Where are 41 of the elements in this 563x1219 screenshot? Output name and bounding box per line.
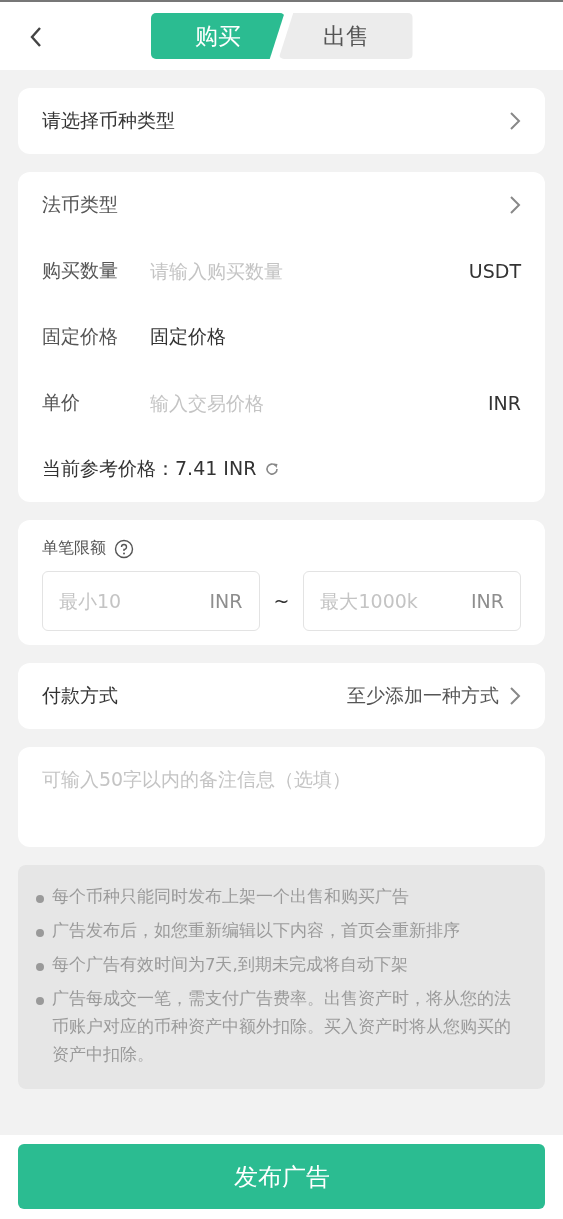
chevron-right-icon — [509, 111, 521, 131]
tab[interactable]: 出售 — [278, 13, 413, 59]
max-amount-input[interactable]: 最大1000k — [320, 590, 471, 612]
note-text: 每个币种只能同时发布上架一个出售和购买广告 — [52, 886, 409, 908]
field-label: 固定价格 — [42, 324, 119, 349]
unit-label: INR — [471, 590, 504, 612]
reference-price: 当前参考价格：7.41 INR — [42, 456, 257, 481]
field-label: 单价 — [42, 390, 81, 415]
chevron-right-icon — [509, 195, 521, 215]
max-amount-field[interactable]: 最大1000k INR — [303, 571, 521, 631]
remark-field[interactable]: 可输入50字以内的备注信息（选填） — [18, 747, 545, 847]
refresh-icon[interactable] — [264, 461, 281, 477]
unit-label: INR — [487, 392, 521, 414]
note-text: 广告发布后，如您重新编辑以下内容，首页会重新排序 — [52, 920, 460, 942]
range-separator: ~ — [273, 590, 290, 612]
min-amount-field[interactable]: 最小10 INR — [42, 571, 260, 631]
payment-value: 至少添加一种方式 — [347, 683, 499, 708]
field-value: 固定价格 — [150, 324, 227, 349]
note-text: 广告每成交一笔，需支付广告费率。出售资产时，将从您的法币账户对应的币种资产中额外扣除。买入资产时将从您购买的资产中扣除。 — [52, 988, 512, 1066]
unit-label: USDT — [468, 260, 521, 282]
unit-label: INR — [209, 590, 243, 612]
coin-select-label: 请选择币种类型 — [42, 108, 175, 133]
min-amount-input[interactable]: 最小10 — [59, 590, 210, 612]
help-icon[interactable] — [114, 538, 134, 559]
input-field[interactable]: 输入交易价格 — [150, 392, 488, 414]
payment-row[interactable]: 付款方式 至少添加一种方式 — [18, 663, 545, 729]
field-label: 法币类型 — [42, 192, 119, 217]
back-icon[interactable] — [28, 26, 44, 48]
input-field[interactable]: 请输入购买数量 — [150, 260, 469, 282]
coin-select-row[interactable]: 请选择币种类型 — [18, 88, 545, 154]
bullet-icon — [36, 929, 44, 937]
note-text: 每个广告有效时间为7天,到期未完成将自动下架 — [52, 954, 408, 976]
bullet-icon — [36, 895, 44, 903]
bullet-icon — [36, 997, 44, 1005]
publish-button[interactable]: 发布广告 — [18, 1144, 545, 1209]
payment-label: 付款方式 — [42, 683, 119, 708]
limit-label: 单笔限额 — [42, 538, 106, 559]
chevron-right-icon — [509, 686, 521, 706]
field-label: 购买数量 — [42, 258, 119, 283]
tab[interactable]: 购买 — [150, 13, 285, 59]
bullet-icon — [36, 963, 44, 971]
